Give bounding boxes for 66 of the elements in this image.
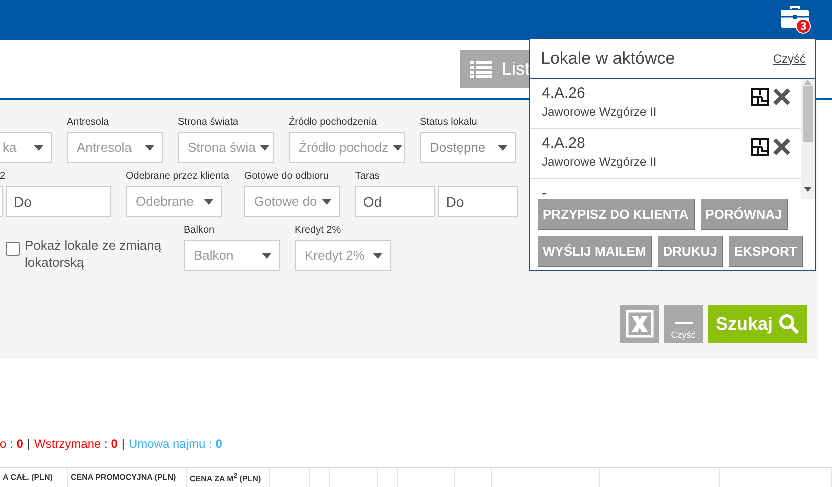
select-field[interactable]: Balkon — [184, 240, 280, 271]
field-label: Kredyt 2% — [295, 225, 342, 237]
close-icon[interactable] — [773, 88, 791, 106]
clear-link[interactable]: Czyść — [773, 52, 806, 66]
field-label: Taras — [355, 171, 381, 183]
action-button[interactable]: EKSPORT — [729, 236, 804, 267]
status-count: Umowa najmu : 0 — [129, 437, 222, 451]
field-label: Odebrane przez klienta — [126, 171, 230, 183]
action-button[interactable]: DRUKUJ — [658, 236, 724, 267]
column-header: CENA ZA M$^{2}$ (PLN) — [187, 468, 270, 487]
scrollbar[interactable] — [801, 79, 815, 199]
caret-icon — [34, 144, 44, 150]
floor-plan-icon[interactable] — [751, 138, 769, 156]
status-count: o : 0 — [0, 437, 24, 451]
caret-icon — [145, 144, 155, 150]
column-header: CENA PROMOCYJNA (PLN) — [68, 468, 187, 487]
floor-plan-icon[interactable] — [751, 88, 769, 106]
search-icon — [779, 314, 800, 334]
select-field[interactable]: Gotowe do — [244, 186, 340, 217]
count-badge: 3 — [796, 19, 811, 34]
separator: | — [27, 437, 30, 451]
briefcase-title: Lokale w aktówce — [541, 48, 676, 68]
status-count: Wstrzymane : 0 — [34, 437, 118, 451]
select-field[interactable]: Dostępne — [420, 132, 516, 163]
select-field[interactable]: Odebrane — [126, 186, 222, 217]
action-button[interactable]: PRZYPISZ DO KLIENTA — [538, 199, 695, 230]
input-field[interactable]: Od — [355, 186, 436, 217]
input-field[interactable]: Do — [438, 186, 518, 217]
select-field[interactable]: ka — [0, 132, 52, 163]
field-label: Źródło pochodzenia — [289, 117, 378, 129]
action-button[interactable]: WYŚLIJ MAILEM — [538, 236, 652, 267]
separator: | — [122, 437, 125, 451]
unit-name: 4.A.28 — [542, 135, 586, 152]
unit-name: 4.A.26 — [542, 85, 586, 102]
caret-icon — [204, 198, 214, 204]
field-label: Balkon — [184, 225, 216, 237]
caret-icon — [392, 144, 403, 150]
caret-icon — [373, 252, 383, 258]
select-field[interactable]: Antresola — [67, 132, 163, 163]
caret-icon — [260, 144, 270, 150]
field-label: Status lokalu — [420, 117, 478, 129]
field-label: Gotowe do odbioru — [244, 171, 330, 183]
search-button[interactable]: Szukaj — [708, 305, 807, 343]
action-button[interactable]: PORÓWNAJ — [700, 199, 788, 230]
column-header: A CAŁ. (PLN) — [0, 468, 68, 487]
list-button[interactable]: List — [460, 50, 530, 88]
field-label: Antresola — [67, 117, 110, 129]
caret-icon — [498, 144, 508, 150]
unit-name: - — [542, 185, 547, 199]
project-name: Jaworowe Wzgórze II — [542, 105, 657, 119]
clear-button[interactable]: Czyść — [664, 305, 703, 343]
checkbox[interactable] — [6, 242, 20, 256]
select-field[interactable]: Źródło pochodz — [289, 132, 405, 163]
scroll-down-icon[interactable] — [804, 187, 812, 193]
input-field[interactable]: Do — [6, 186, 111, 217]
caret-icon — [262, 252, 272, 258]
project-name: Jaworowe Wzgórze II — [542, 155, 657, 169]
spreadsheet-icon — [626, 310, 654, 338]
caret-icon — [322, 198, 332, 204]
field-label: Strona świata — [178, 117, 240, 129]
close-icon[interactable] — [773, 138, 791, 156]
select-field[interactable]: Strona świa — [178, 132, 274, 163]
checkbox-label: Pokaż lokale ze zmianą lokatorską — [25, 237, 163, 271]
field-label: 2 — [0, 171, 7, 183]
select-field[interactable]: Kredyt 2% — [295, 240, 391, 271]
list-icon — [470, 60, 492, 78]
